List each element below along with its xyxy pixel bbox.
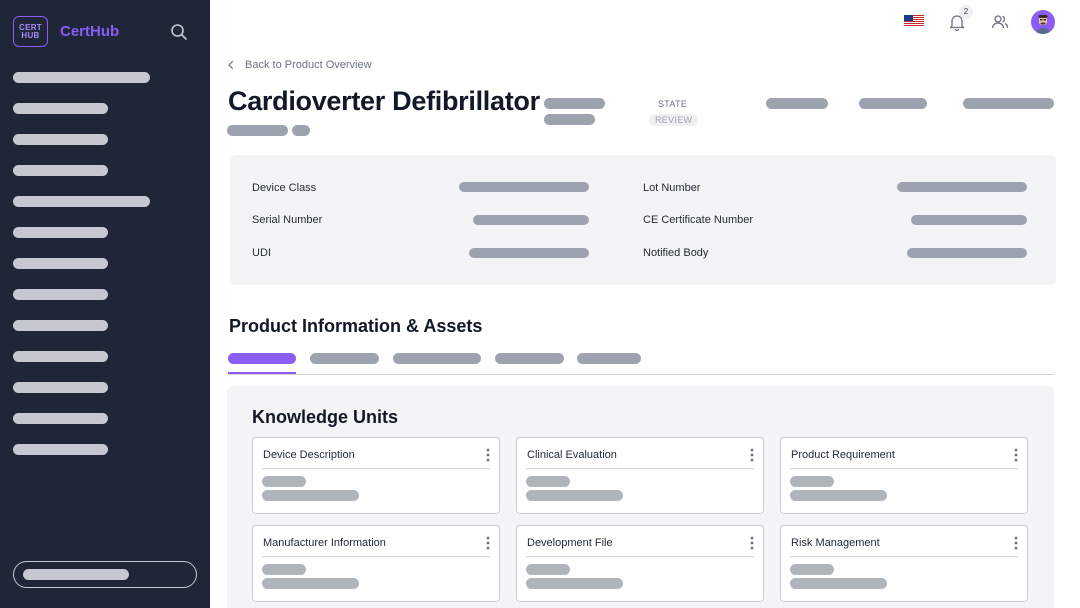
sidebar-nav-item[interactable] [13, 382, 108, 393]
sidebar-nav-item[interactable] [13, 289, 108, 300]
notified-body-value [907, 248, 1027, 258]
sidebar-nav-item[interactable] [13, 103, 108, 114]
knowledge-unit-name: Product Requirement [791, 449, 895, 461]
card-content-placeholder [262, 564, 306, 575]
tab[interactable] [495, 353, 564, 364]
sidebar-nav-item[interactable] [13, 258, 108, 269]
udi-label: UDI [252, 247, 271, 259]
tab[interactable] [393, 353, 481, 364]
users-icon[interactable] [991, 13, 1009, 31]
knowledge-unit-name: Manufacturer Information [263, 537, 386, 549]
knowledge-unit-name: Clinical Evaluation [527, 449, 617, 461]
knowledge-unit-card-product-requirement[interactable]: Product Requirement [780, 437, 1028, 514]
tab-active[interactable] [228, 353, 296, 364]
notified-body-label: Notified Body [643, 247, 709, 259]
knowledge-units-title: Knowledge Units [252, 407, 399, 427]
tabs-divider [228, 374, 1054, 375]
more-options-icon[interactable] [749, 448, 755, 462]
chevron-left-icon [228, 60, 234, 70]
search-icon[interactable] [170, 23, 188, 41]
more-options-icon[interactable] [749, 536, 755, 550]
knowledge-unit-card-development-file[interactable]: Development File [516, 525, 764, 602]
state-badge: REVIEW [649, 114, 699, 126]
sidebar-nav-item[interactable] [13, 351, 108, 362]
back-link-label: Back to Product Overview [245, 59, 372, 71]
active-tab-indicator [228, 372, 296, 374]
device-class-value [459, 182, 589, 192]
sidebar: CERT HUB CertHub [0, 0, 210, 608]
header-meta-placeholder [544, 98, 605, 109]
knowledge-unit-name: Risk Management [791, 537, 880, 549]
card-content-placeholder [526, 578, 623, 589]
tab[interactable] [577, 353, 641, 364]
card-content-placeholder [262, 476, 306, 487]
serial-number-value [473, 215, 589, 225]
tab[interactable] [310, 353, 379, 364]
header-meta-placeholder [544, 114, 595, 125]
more-options-icon[interactable] [1013, 536, 1019, 550]
brand-name: CertHub [60, 23, 120, 40]
card-content-placeholder [262, 490, 359, 501]
state-label: STATE [658, 99, 688, 109]
more-options-icon[interactable] [1013, 448, 1019, 462]
section-title: Product Information & Assets [229, 316, 483, 336]
more-options-icon[interactable] [485, 536, 491, 550]
sidebar-nav-item[interactable] [13, 196, 150, 207]
device-class-label: Device Class [252, 182, 317, 194]
sidebar-nav-item[interactable] [13, 413, 108, 424]
card-divider [526, 556, 754, 557]
udi-value [469, 248, 589, 258]
card-divider [790, 468, 1018, 469]
more-options-icon[interactable] [485, 448, 491, 462]
header-meta-placeholder [766, 98, 828, 109]
avatar-face-icon [1036, 15, 1050, 34]
knowledge-unit-card-risk-management[interactable]: Risk Management [780, 525, 1028, 602]
logo-text-line2: HUB [21, 30, 40, 40]
back-to-product-overview-link[interactable]: Back to Product Overview [226, 59, 372, 71]
sidebar-footer-button[interactable] [13, 561, 197, 588]
sidebar-nav-item[interactable] [13, 134, 108, 145]
sidebar-nav-item[interactable] [13, 227, 108, 238]
sidebar-nav-item[interactable] [13, 320, 108, 331]
language-flag-icon[interactable] [904, 15, 924, 26]
card-content-placeholder [790, 578, 887, 589]
ce-certificate-number-label: CE Certificate Number [643, 214, 754, 226]
knowledge-unit-name: Development File [527, 537, 613, 549]
sidebar-nav [13, 72, 150, 475]
app-logo: CERT HUB [13, 16, 48, 47]
header-meta-placeholder [859, 98, 927, 109]
ce-certificate-number-value [911, 215, 1027, 225]
knowledge-unit-card-device-description[interactable]: Device Description [252, 437, 500, 514]
card-content-placeholder [526, 490, 623, 501]
lot-number-value [897, 182, 1027, 192]
card-content-placeholder [790, 490, 887, 501]
card-content-placeholder [790, 564, 834, 575]
card-content-placeholder [526, 476, 570, 487]
card-divider [526, 468, 754, 469]
card-content-placeholder [790, 476, 834, 487]
sidebar-nav-item[interactable] [13, 165, 108, 176]
card-divider [262, 468, 490, 469]
card-content-placeholder [262, 578, 359, 589]
page-title: Cardioverter Defibrillator [228, 86, 540, 116]
title-subtitle-placeholder [227, 125, 288, 136]
sidebar-footer-placeholder [23, 569, 129, 580]
header-meta-placeholder [963, 98, 1054, 109]
sidebar-nav-item[interactable] [13, 444, 108, 455]
card-divider [790, 556, 1018, 557]
knowledge-unit-card-clinical-evaluation[interactable]: Clinical Evaluation [516, 437, 764, 514]
title-subtitle-placeholder [292, 125, 310, 136]
card-content-placeholder [526, 564, 570, 575]
notification-count-badge: 2 [959, 5, 973, 19]
user-avatar[interactable] [1031, 10, 1055, 34]
serial-number-label: Serial Number [252, 214, 323, 226]
knowledge-unit-name: Device Description [263, 449, 355, 461]
knowledge-unit-card-manufacturer-information[interactable]: Manufacturer Information [252, 525, 500, 602]
sidebar-nav-item[interactable] [13, 72, 150, 83]
card-divider [262, 556, 490, 557]
lot-number-label: Lot Number [643, 182, 701, 194]
